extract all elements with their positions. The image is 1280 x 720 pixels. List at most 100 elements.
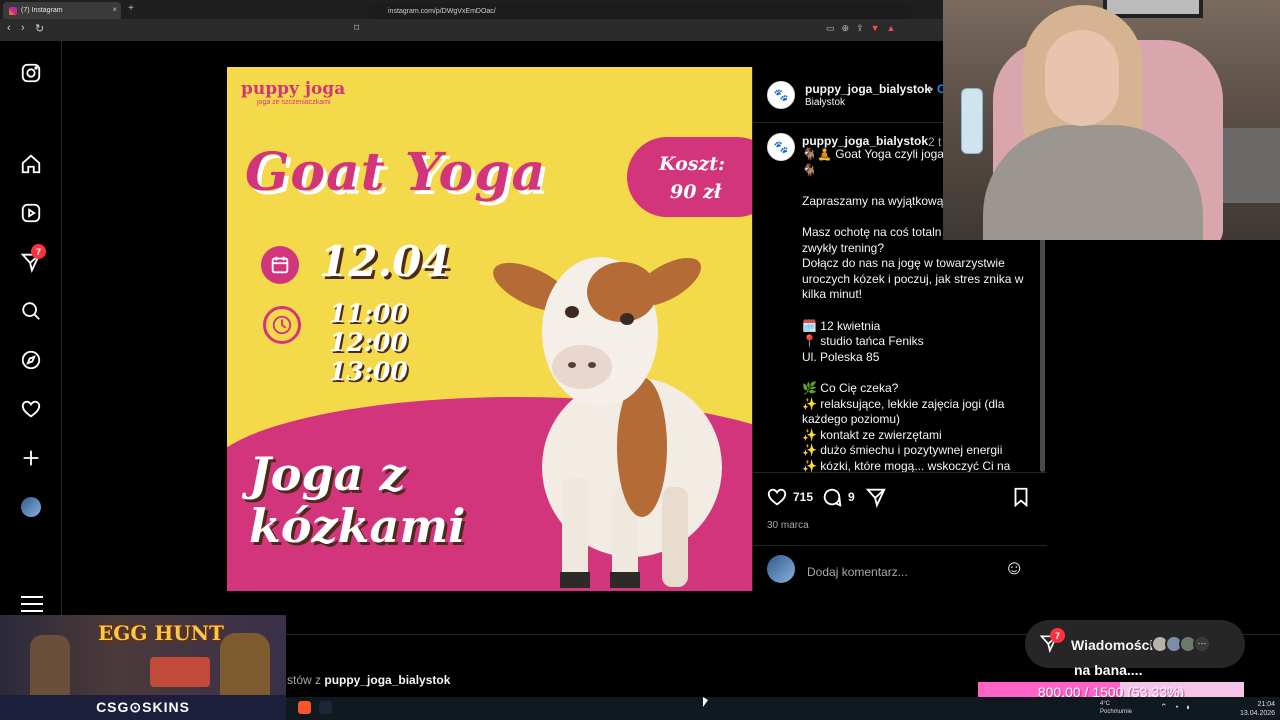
- streamer-face: [1045, 30, 1119, 126]
- event-time-3: 13:00: [329, 357, 408, 386]
- heart-icon[interactable]: [19, 397, 43, 421]
- comment-input[interactable]: Dodaj komentarz...: [807, 565, 908, 579]
- header-location[interactable]: Białystok: [805, 97, 845, 108]
- back-icon[interactable]: ‹: [7, 22, 11, 34]
- goat-photo: [493, 257, 722, 588]
- brave-taskbar-icon[interactable]: [298, 701, 311, 714]
- post-date: 30 marca: [767, 520, 809, 531]
- event-time-2: 12:00: [329, 328, 408, 357]
- url-actions: ▭ ⊕ ⇪ ▼ ▲: [826, 23, 895, 34]
- comment-icon: [823, 488, 842, 507]
- share-icon[interactable]: ⇪: [856, 23, 864, 34]
- heart-icon: [767, 488, 787, 506]
- forward-icon[interactable]: ›: [21, 22, 25, 34]
- water-bottle: [961, 88, 983, 154]
- banner-chest: [150, 657, 210, 687]
- chat-overlay-text: na bana....: [1074, 662, 1143, 678]
- more-posts-heading: stów z puppy_joga_bialystok: [287, 673, 450, 687]
- egg-hunt-title: EGG HUNT: [98, 621, 224, 645]
- message-avatars: ···: [1151, 635, 1211, 653]
- share-icon: [865, 488, 886, 508]
- like-count: 715: [793, 490, 814, 504]
- chevron-up-icon[interactable]: ⌃: [1160, 702, 1168, 713]
- reader-icon[interactable]: ▭: [826, 23, 835, 34]
- like-button[interactable]: 715: [766, 486, 813, 508]
- weather-desc: Pochmurnie: [1100, 709, 1133, 715]
- reels-icon[interactable]: [19, 201, 43, 225]
- messages-label[interactable]: Wiadomości: [1071, 637, 1153, 653]
- messages-icon[interactable]: 7: [19, 244, 46, 274]
- brand-tagline: joga ze szczeniaczkami: [257, 99, 331, 106]
- poster-bottom-line-2: kózkami: [249, 499, 466, 553]
- new-tab-button[interactable]: +: [128, 3, 134, 14]
- screen: (7) Instagram × + ‹ › ↻ ⌑ instagram.com/…: [0, 0, 1280, 720]
- post-image[interactable]: puppy joga joga ze szczeniaczkami Goat Y…: [227, 67, 752, 591]
- account-avatar[interactable]: 🐾: [767, 81, 795, 109]
- price-value: 90 zł: [670, 181, 722, 203]
- sponsor-bar: CSG⊙SKINS: [0, 695, 286, 720]
- weather-temp: 4°C: [1100, 701, 1111, 707]
- more-icon: ···: [1193, 635, 1211, 653]
- mouse-cursor-icon: [703, 697, 708, 707]
- bookmark-icon[interactable]: ⌑: [354, 23, 359, 34]
- more-posts-prefix: stów z: [287, 673, 322, 687]
- caption-username[interactable]: puppy_joga_bialystok: [802, 134, 928, 148]
- comment-button[interactable]: 9: [821, 486, 855, 508]
- explore-icon[interactable]: [19, 348, 43, 372]
- event-time-1: 11:00: [329, 299, 408, 328]
- event-date: 12.04: [319, 237, 451, 286]
- system-tray: ⌃ ◔ ◖: [1160, 702, 1190, 713]
- header-username[interactable]: puppy_joga_bialystok: [805, 82, 931, 96]
- more-menu-icon[interactable]: [21, 596, 43, 612]
- rewards-icon[interactable]: ▲: [887, 23, 896, 34]
- brand-logo: puppy joga: [241, 79, 346, 99]
- instagram-sidebar: 7: [0, 41, 62, 616]
- emoji-icon[interactable]: ☺: [1004, 557, 1024, 580]
- browser-toolbar: ‹ › ↻: [0, 19, 943, 41]
- price-pill: [627, 137, 752, 217]
- close-tab-icon[interactable]: ×: [112, 5, 117, 14]
- avatar: [21, 497, 41, 517]
- poster-bottom-line-1: Joga z: [249, 447, 406, 501]
- reload-icon[interactable]: ↻: [35, 22, 44, 35]
- create-icon[interactable]: [19, 446, 43, 470]
- bookmark-icon: [1014, 487, 1028, 508]
- poster-title: Goat Yoga: [245, 142, 547, 203]
- clock-date: 13.04.2026: [1240, 710, 1276, 717]
- egg-hunt-banner: EGG HUNT: [0, 615, 286, 695]
- browser-tab[interactable]: (7) Instagram ×: [3, 2, 121, 19]
- brave-shield-icon[interactable]: ▼: [871, 23, 880, 34]
- network-icon[interactable]: ◔: [1174, 702, 1179, 713]
- volume-icon[interactable]: ◖: [1185, 702, 1190, 713]
- search-icon[interactable]: [19, 299, 43, 323]
- profile-avatar[interactable]: [19, 495, 43, 519]
- post-actions: 715 9 30 marca Dodaj komentarz... ☺: [753, 472, 1047, 591]
- steam-taskbar-icon[interactable]: [319, 701, 332, 714]
- tab-title: (7) Instagram: [21, 7, 63, 14]
- comment-bar: Dodaj komentarz... ☺: [753, 545, 1047, 592]
- weather-widget[interactable]: 4°C Pochmurnie: [1100, 700, 1132, 716]
- instagram-favicon-icon: [9, 6, 17, 15]
- url-text: instagram.com/p/DWgVxEmDOac/: [388, 7, 496, 15]
- clock-icon: [263, 306, 301, 344]
- notification-badge: 7: [31, 244, 46, 259]
- messages-badge: 7: [1050, 628, 1065, 643]
- comment-count: 9: [848, 490, 855, 504]
- header-dot: •: [929, 82, 934, 96]
- calendar-icon: [261, 246, 299, 284]
- price-label: Koszt:: [659, 153, 726, 175]
- webcam-overlay: [943, 0, 1280, 240]
- character-right: [220, 633, 270, 695]
- home-icon[interactable]: [19, 152, 43, 176]
- user-avatar: [767, 555, 795, 583]
- instagram-logo-icon[interactable]: [19, 61, 43, 85]
- more-posts-username[interactable]: puppy_joga_bialystok: [324, 673, 450, 687]
- share-button[interactable]: [865, 486, 887, 508]
- address-bar[interactable]: instagram.com/p/DWgVxEmDOac/: [368, 3, 912, 19]
- zoom-icon[interactable]: ⊕: [842, 23, 850, 34]
- taskbar-clock[interactable]: 21:04 13.04.2026: [1240, 700, 1275, 718]
- caption-avatar[interactable]: 🐾: [767, 133, 795, 161]
- save-button[interactable]: [1010, 486, 1032, 508]
- clock-time: 21:04: [1257, 701, 1276, 708]
- character-left: [30, 635, 70, 695]
